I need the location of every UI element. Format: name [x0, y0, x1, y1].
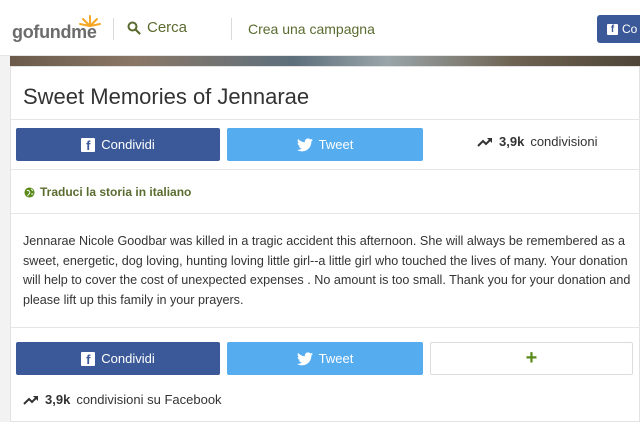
- tweet-label: Tweet: [318, 351, 354, 366]
- twitter-icon: [296, 351, 313, 365]
- translate-label: Traduci la storia in italiano: [40, 185, 192, 199]
- facebook-share-count: 3,9k condivisioni su Facebook: [23, 392, 222, 407]
- tweet-button[interactable]: Tweet: [227, 128, 423, 161]
- share-count-value: 3,9k: [45, 392, 71, 407]
- campaign-story: Jennarae Nicole Goodbar was killed in a …: [23, 234, 631, 307]
- header-divider: [231, 18, 232, 40]
- facebook-icon: f: [81, 351, 96, 366]
- share-count: 3,9k condivisioni: [477, 134, 598, 149]
- campaign-card: Sweet Memories of Jennarae f Condividi T…: [10, 66, 640, 422]
- facebook-share-button[interactable]: f Condividi: [16, 128, 220, 161]
- facebook-icon: f: [607, 23, 618, 35]
- share-count-value: 3,9k: [499, 134, 525, 149]
- facebook-login-button[interactable]: f Co: [597, 15, 640, 43]
- search-link[interactable]: Cerca: [127, 19, 187, 36]
- facebook-icon: f: [81, 137, 96, 152]
- twitter-icon: [296, 137, 313, 151]
- login-label: Co: [622, 22, 638, 36]
- divider: [11, 119, 640, 120]
- facebook-share-button-bottom[interactable]: f Condividi: [16, 342, 220, 375]
- tweet-label: Tweet: [318, 137, 354, 152]
- logo-text: gofundme: [12, 22, 97, 42]
- translate-link[interactable]: Traduci la storia in italiano: [24, 185, 191, 199]
- tweet-button-bottom[interactable]: Tweet: [227, 342, 423, 375]
- search-icon: [127, 21, 141, 35]
- share-count-label: condivisioni su Facebook: [76, 392, 222, 407]
- page-title: Sweet Memories of Jennarae: [23, 84, 310, 109]
- facebook-share-label: Condividi: [101, 137, 155, 152]
- site-header: gofundme Cerca Crea una campagna f Co: [0, 0, 640, 56]
- plus-icon: +: [525, 347, 538, 369]
- divider: [11, 327, 640, 328]
- more-share-button[interactable]: +: [430, 342, 633, 375]
- share-count-label: condivisioni: [530, 134, 598, 149]
- trending-icon: [477, 137, 492, 147]
- gofundme-logo[interactable]: gofundme: [12, 14, 104, 42]
- trending-icon: [23, 395, 38, 405]
- header-divider: [113, 18, 114, 40]
- search-label: Cerca: [147, 19, 188, 36]
- globe-icon: [24, 186, 35, 198]
- create-campaign-link[interactable]: Crea una campagna: [248, 21, 375, 37]
- divider: [11, 213, 640, 214]
- facebook-share-label: Condividi: [101, 351, 155, 366]
- divider: [11, 169, 640, 170]
